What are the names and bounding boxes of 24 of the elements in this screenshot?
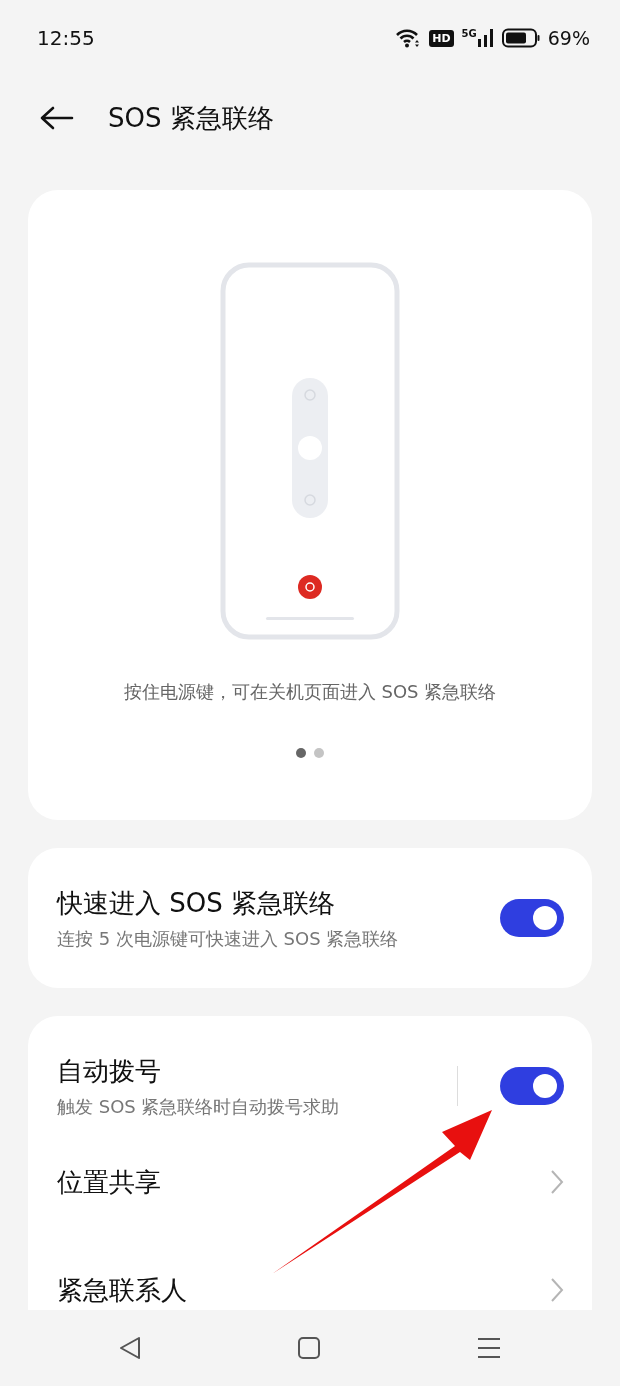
setting-title[interactable]: 自动拨号: [57, 1053, 161, 1089]
page-dot[interactable]: [314, 748, 324, 758]
home-nav-icon[interactable]: [298, 1337, 320, 1359]
setting-title: 快速进入 SOS 紧急联络: [57, 886, 335, 920]
chevron-right-icon: [550, 1169, 564, 1195]
battery-percent: 69%: [547, 27, 590, 49]
setting-subtitle: 连按 5 次电源键可快速进入 SOS 紧急联络: [57, 926, 399, 951]
toggle-switch[interactable]: [500, 1067, 564, 1105]
page-dot[interactable]: [296, 748, 306, 758]
menu-icon[interactable]: [477, 1337, 502, 1359]
signal-icon: [477, 29, 494, 47]
hd-badge: HD: [429, 29, 454, 47]
status-time: 12:55: [37, 26, 95, 50]
page-title: SOS 紧急联络: [108, 101, 274, 135]
setting-title[interactable]: 位置共享: [57, 1164, 161, 1200]
wifi-icon: [395, 28, 422, 48]
battery-icon: [501, 28, 540, 48]
guide-caption: 按住电源键，可在关机页面进入 SOS 紧急联络: [123, 680, 497, 704]
network-label: 5G: [461, 29, 477, 39]
setting-subtitle: 触发 SOS 紧急联络时自动拨号求助: [57, 1094, 340, 1119]
chevron-right-icon: [550, 1277, 564, 1303]
setting-title[interactable]: 紧急联系人: [57, 1272, 187, 1308]
back-nav-icon[interactable]: [118, 1336, 141, 1360]
toggle-switch[interactable]: [500, 899, 564, 937]
